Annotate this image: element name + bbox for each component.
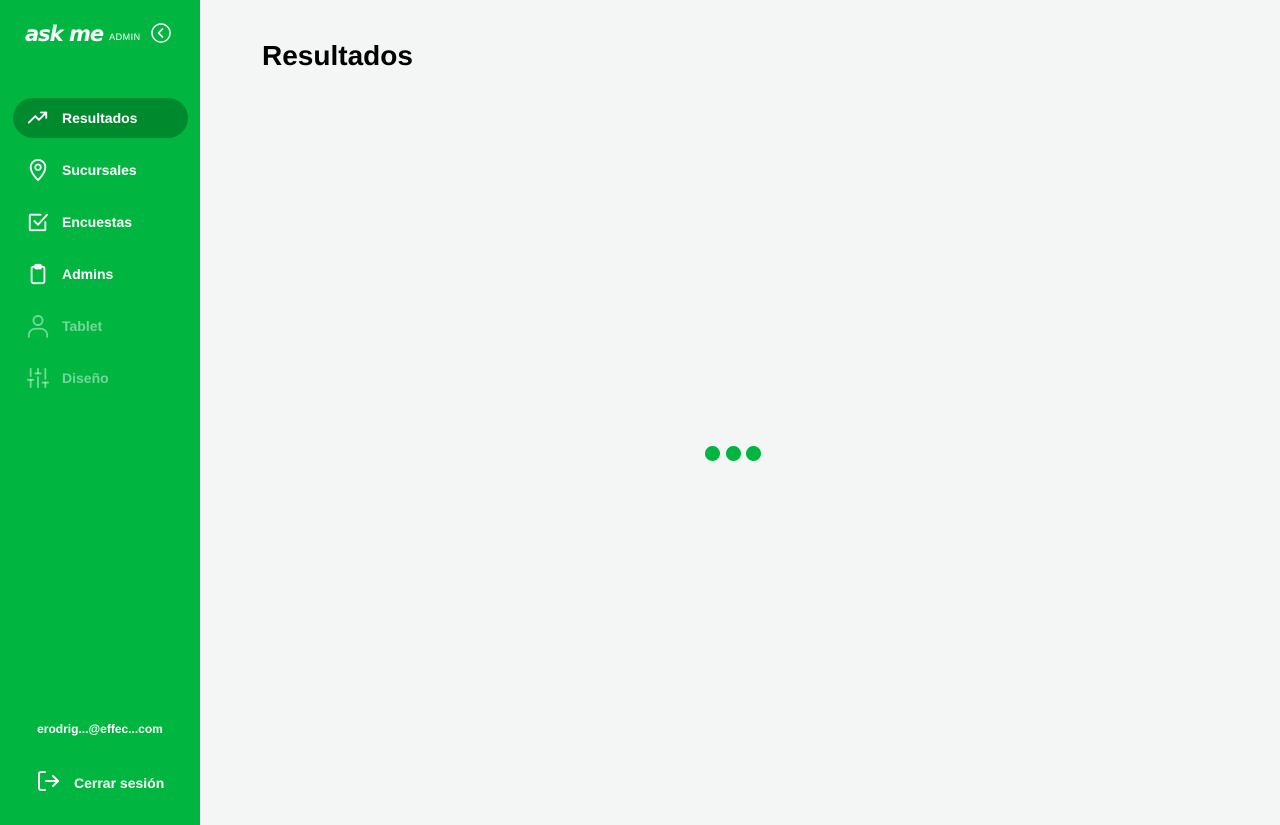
sidebar-nav: Resultados Sucursales Encuestas Admins T… bbox=[13, 98, 188, 410]
loader-dot bbox=[725, 446, 741, 461]
sidebar-item-resultados[interactable]: Resultados bbox=[13, 98, 188, 138]
logout-button[interactable]: Cerrar sesión bbox=[36, 770, 164, 796]
sidebar-item-diseno[interactable]: Diseño bbox=[13, 358, 188, 398]
clipboard-icon bbox=[27, 263, 49, 285]
sidebar-item-label: Diseño bbox=[62, 370, 109, 386]
trending-up-icon bbox=[27, 107, 49, 129]
loader-dot bbox=[746, 446, 761, 461]
sidebar-item-label: Sucursales bbox=[62, 162, 137, 178]
sidebar-item-label: Tablet bbox=[62, 318, 103, 334]
logout-icon bbox=[36, 769, 60, 798]
brand: ask me ADMIN bbox=[25, 20, 141, 46]
map-pin-icon bbox=[27, 159, 49, 181]
brand-logo: ask me bbox=[25, 22, 104, 46]
sidebar-item-encuestas[interactable]: Encuestas bbox=[13, 202, 188, 242]
logout-label: Cerrar sesión bbox=[74, 775, 165, 791]
sidebar: ask me ADMIN Resultados Sucursales Encue… bbox=[0, 0, 200, 825]
sidebar-item-tablet[interactable]: Tablet bbox=[13, 306, 188, 346]
loading-indicator bbox=[705, 446, 761, 461]
page-title: Resultados bbox=[262, 40, 413, 71]
main-content: Resultados bbox=[200, 0, 1280, 825]
collapse-sidebar-button[interactable] bbox=[150, 22, 172, 44]
app-root: ask me ADMIN Resultados Sucursales Encue… bbox=[0, 0, 1280, 825]
sidebar-item-sucursales[interactable]: Sucursales bbox=[13, 150, 188, 190]
check-square-icon bbox=[27, 211, 49, 233]
sidebar-item-label: Resultados bbox=[62, 110, 138, 126]
user-icon bbox=[27, 315, 49, 338]
sidebar-item-admins[interactable]: Admins bbox=[13, 254, 188, 294]
sidebar-item-label: Admins bbox=[62, 266, 114, 282]
sliders-icon bbox=[27, 367, 49, 389]
chevron-left-circle-icon bbox=[151, 23, 171, 43]
brand-admin-tag: ADMIN bbox=[109, 32, 141, 42]
loader-dot bbox=[705, 446, 720, 461]
user-email: erodrig...@effec...com bbox=[37, 722, 163, 736]
sidebar-item-label: Encuestas bbox=[62, 214, 133, 230]
